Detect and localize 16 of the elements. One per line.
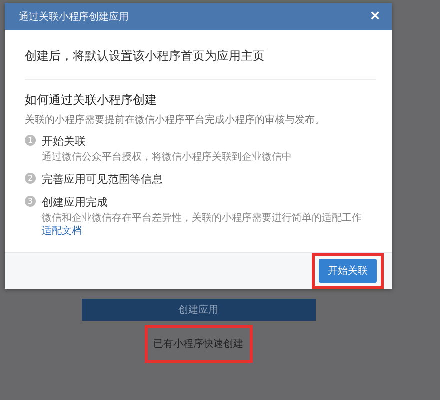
step-number: 1 [25,135,36,146]
quick-create-link[interactable]: 已有小程序快速创建 [152,331,246,357]
step-title: 创建应用完成 [42,195,109,210]
start-link-button[interactable]: 开始关联 [319,259,377,283]
step-detail: 微信和企业微信存在平台差异性，关联的小程序需要进行简单的适配工作 适配文档 [42,212,363,238]
section-description: 关联的小程序需要提前在微信小程序平台完成小程序的审核与发布。 [25,114,326,127]
intro-text: 创建后，将默认设置该小程序首页为应用主页 [25,48,266,65]
step-number: 2 [25,173,36,184]
dialog-title: 通过关联小程序创建应用 [19,10,129,24]
section-heading: 如何通过关联小程序创建 [25,92,158,109]
step-detail: 通过微信公众平台授权，将微信小程序关联到企业微信中 [42,151,292,164]
step-title: 完善应用可见范围等信息 [42,172,163,187]
create-app-button[interactable]: 创建应用 [82,299,316,321]
docs-link[interactable]: 适配文档 [42,226,82,237]
step-title: 开始关联 [42,134,87,149]
step-number: 3 [25,196,36,207]
